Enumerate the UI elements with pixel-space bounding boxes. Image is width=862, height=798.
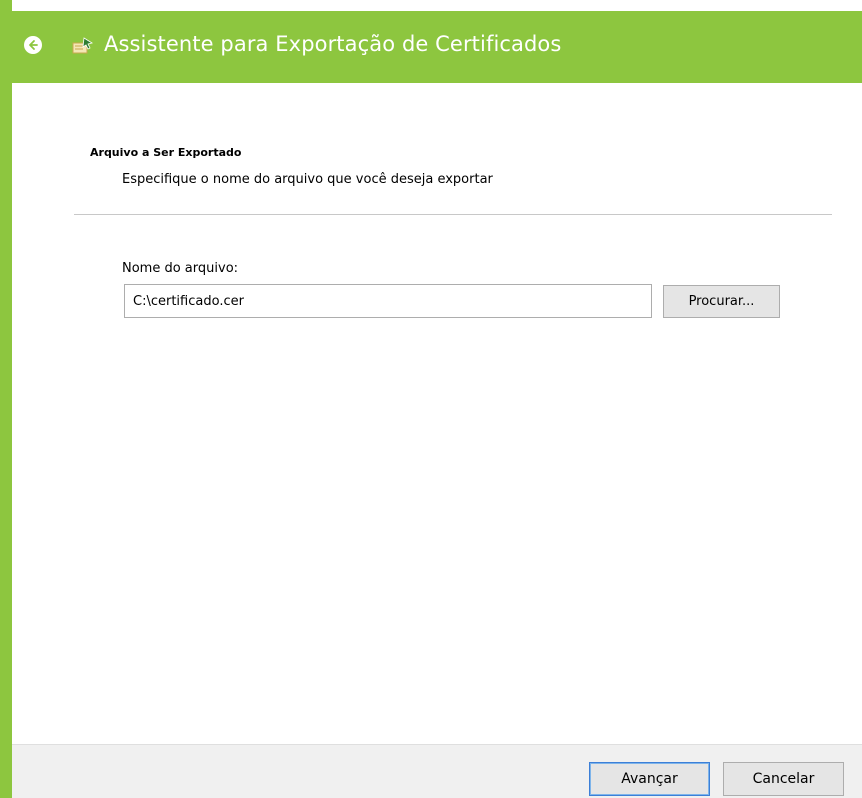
section-heading: Arquivo a Ser Exportado bbox=[90, 146, 242, 159]
back-arrow-icon bbox=[29, 40, 38, 50]
certificate-wizard-icon bbox=[72, 37, 94, 54]
cancel-button[interactable]: Cancelar bbox=[723, 762, 844, 796]
back-button[interactable] bbox=[24, 36, 42, 54]
browse-button[interactable]: Procurar... bbox=[663, 285, 780, 318]
header-divider bbox=[74, 214, 832, 215]
title-bar: Assistente para Exportação de Certificad… bbox=[0, 11, 862, 83]
wizard-footer: Avançar Cancelar bbox=[12, 744, 862, 798]
next-button[interactable]: Avançar bbox=[589, 762, 710, 796]
file-name-input[interactable] bbox=[124, 284, 652, 318]
section-description: Especifique o nome do arquivo que você d… bbox=[122, 172, 493, 187]
window-title: Assistente para Exportação de Certificad… bbox=[104, 32, 562, 56]
export-wizard-window: Assistente para Exportação de Certificad… bbox=[0, 0, 862, 798]
file-name-label: Nome do arquivo: bbox=[122, 261, 239, 276]
